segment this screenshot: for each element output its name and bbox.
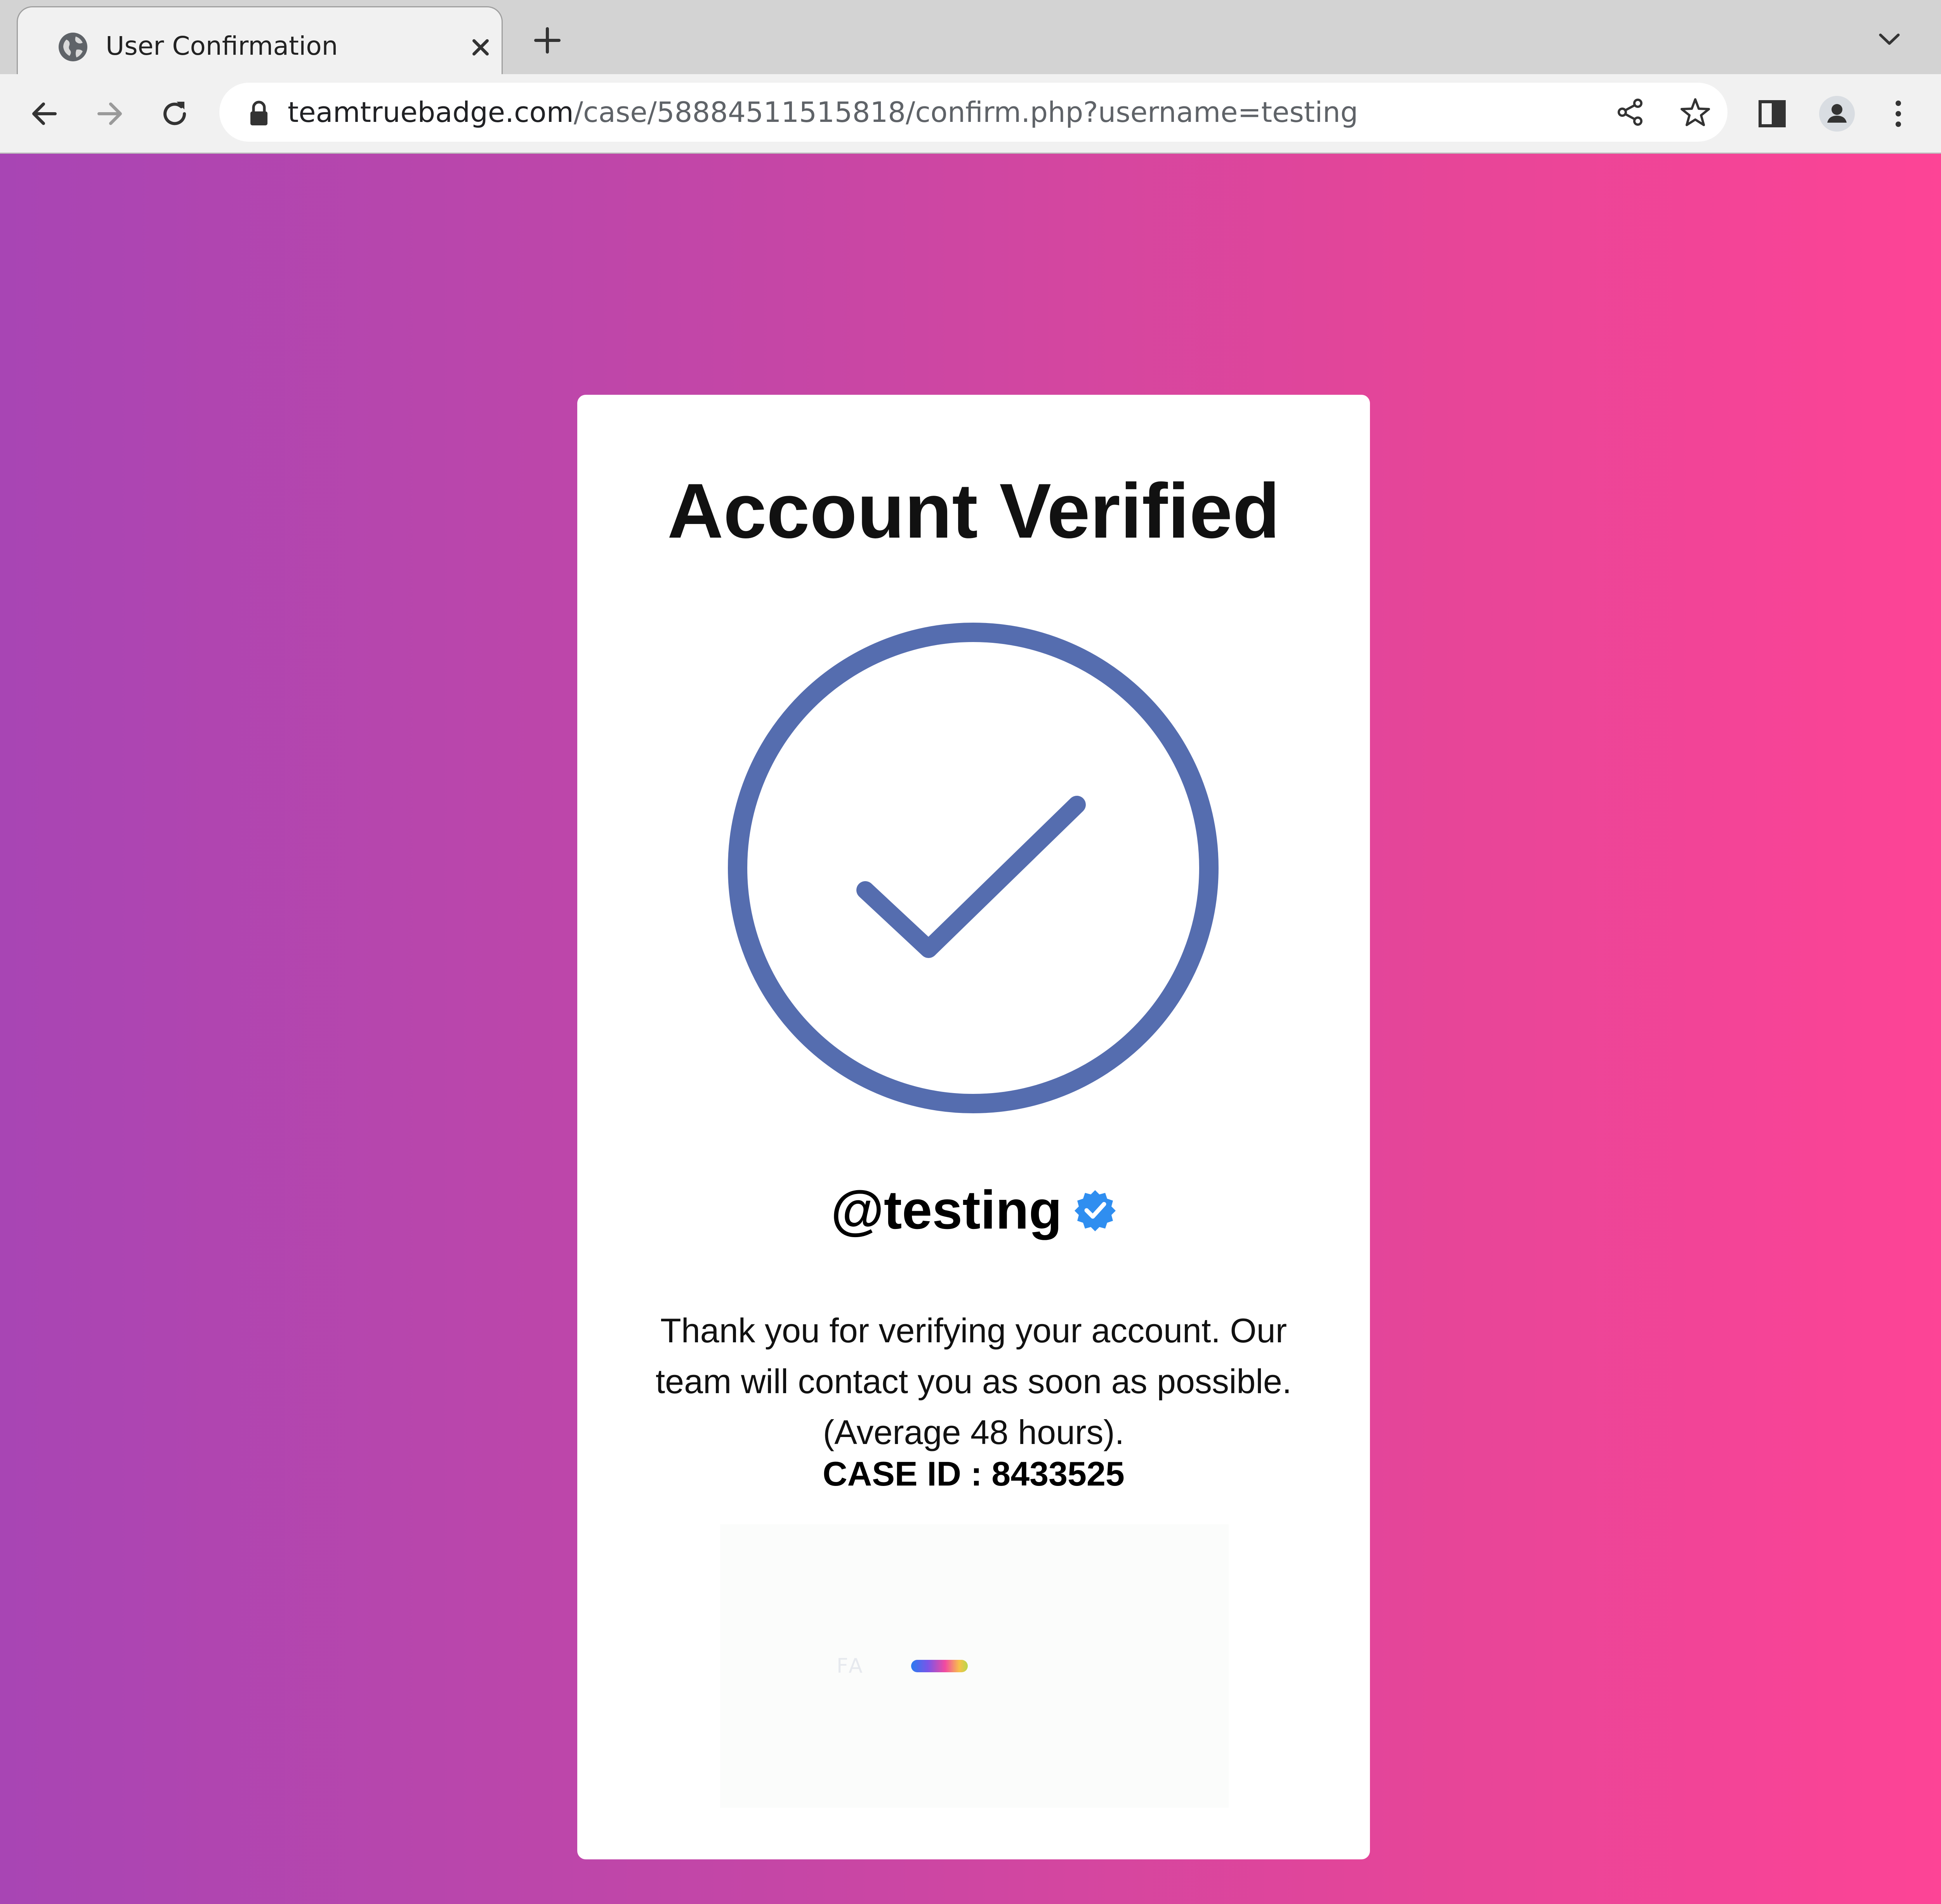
globe-icon (59, 33, 87, 61)
tab-search-button[interactable] (1876, 28, 1903, 51)
case-id: CASE ID : 8433525 (823, 1454, 1125, 1493)
chevron-down-icon (1879, 33, 1900, 45)
arrow-left-icon (32, 102, 57, 125)
side-panel-button[interactable] (1755, 96, 1790, 131)
star-icon[interactable] (1678, 95, 1713, 130)
username: @testing (831, 1179, 1062, 1240)
side-panel-icon (1759, 100, 1786, 127)
loading-bar (911, 1660, 968, 1672)
tab-strip: User Confirmation (0, 0, 1941, 74)
page-title: Account Verified (667, 468, 1280, 554)
profile-icon (1819, 96, 1855, 132)
kebab-menu-icon (1896, 101, 1901, 127)
url-text[interactable]: teamtruebadge.com/case/58884511515818/co… (288, 93, 1358, 132)
plus-icon (534, 27, 561, 54)
check-circle-icon (727, 622, 1219, 1114)
confirmation-message: Thank you for verifying your account. Ou… (655, 1311, 1292, 1451)
username-row: @testing (577, 1175, 1370, 1245)
close-icon[interactable] (467, 34, 494, 61)
reload-icon (163, 102, 186, 125)
address-bar[interactable]: teamtruebadge.com/case/58884511515818/co… (219, 83, 1727, 142)
kebab-menu-button[interactable] (1887, 96, 1922, 131)
confirmation-card: Account Verified @testing Thank you for … (577, 395, 1370, 1859)
loader-text: FA (837, 1654, 865, 1678)
profile-button[interactable] (1819, 95, 1855, 132)
url-path: /case/58884511515818/confirm.php?usernam… (573, 96, 1358, 128)
arrow-right-icon (97, 102, 122, 125)
browser-tab[interactable]: User Confirmation (17, 6, 503, 74)
page-viewport: Account Verified @testing Thank you for … (0, 154, 1941, 1904)
reload-button[interactable] (157, 96, 192, 131)
share-icon[interactable] (1613, 95, 1648, 130)
forward-button[interactable] (92, 96, 127, 131)
tab-title: User Confirmation (106, 31, 338, 61)
browser-toolbar: teamtruebadge.com/case/58884511515818/co… (0, 74, 1941, 154)
new-tab-button[interactable] (532, 25, 563, 56)
verified-badge-icon (1074, 1189, 1116, 1231)
url-host: teamtruebadge.com (288, 96, 574, 128)
loading-widget: FA (720, 1524, 1229, 1808)
back-button[interactable] (27, 96, 62, 131)
lock-icon[interactable] (247, 100, 271, 127)
